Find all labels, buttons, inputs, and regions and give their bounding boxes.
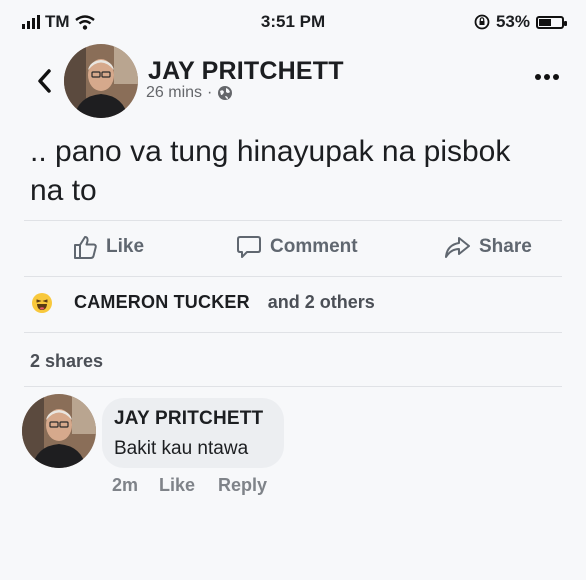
share-icon xyxy=(445,237,470,258)
comment-text: Bakit kau ntawa xyxy=(114,438,249,459)
reactor-others: and 2 others xyxy=(267,292,375,312)
comment-time: 2m xyxy=(112,475,139,495)
comment-reply-button[interactable]: Reply xyxy=(218,475,267,496)
comment-author[interactable]: JAY PRITCHETT xyxy=(114,408,284,430)
comment-bubble[interactable]: JAY PRITCHETT Bakit kau ntawa xyxy=(102,398,284,468)
avatar[interactable] xyxy=(64,44,138,118)
back-chevron-icon[interactable] xyxy=(35,66,53,96)
post-meta: 26 mins · xyxy=(146,84,233,102)
divider xyxy=(24,276,562,277)
more-options-icon[interactable] xyxy=(534,72,560,82)
comment-like-button[interactable]: Like xyxy=(159,475,195,496)
meta-separator: · xyxy=(207,84,213,101)
post-author[interactable]: JAY PRITCHETT xyxy=(148,57,344,86)
share-button[interactable]: Share xyxy=(443,234,532,260)
battery-level xyxy=(539,18,551,26)
reactions-summary[interactable]: CAMERON TUCKER and 2 others xyxy=(32,292,375,313)
divider xyxy=(24,332,562,333)
comment-label: Comment xyxy=(270,236,358,257)
post-text: .. pano va tung hinayupak na pisbok na t… xyxy=(30,135,511,207)
divider xyxy=(24,220,562,221)
like-label: Like xyxy=(106,236,145,257)
shares-count[interactable]: 2 shares xyxy=(30,351,103,372)
share-label: Share xyxy=(479,236,532,257)
comment-button[interactable]: Comment xyxy=(236,234,358,260)
divider xyxy=(24,386,562,387)
post-timestamp: 26 mins xyxy=(146,84,203,101)
thumbs-up-icon xyxy=(74,236,97,259)
status-bar: TM 3:51 PM 53% xyxy=(0,0,586,44)
orientation-lock-icon xyxy=(474,14,490,30)
battery-percent: 53% xyxy=(495,12,530,31)
haha-emoji-icon xyxy=(32,292,52,313)
comment-avatar[interactable] xyxy=(22,394,96,468)
status-right: 53% xyxy=(474,12,567,32)
like-button[interactable]: Like xyxy=(72,234,144,260)
battery-icon xyxy=(536,15,567,29)
reactor-name: CAMERON TUCKER xyxy=(74,292,250,312)
globe-icon xyxy=(218,86,233,100)
comment-icon xyxy=(237,236,261,258)
